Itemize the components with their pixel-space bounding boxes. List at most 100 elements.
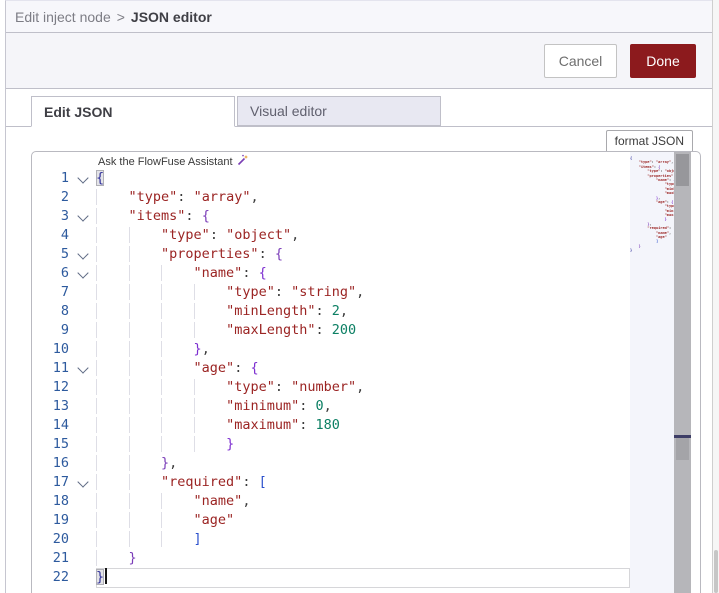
- breadcrumb-parent-link[interactable]: Edit inject node: [15, 9, 111, 25]
- code-line[interactable]: 16 },: [32, 454, 630, 473]
- code-line[interactable]: 7 "type": "string",: [32, 283, 630, 302]
- code-line[interactable]: 15 }: [32, 435, 630, 454]
- code-text: ]: [96, 530, 202, 549]
- fold-chevron-icon[interactable]: [69, 264, 96, 283]
- line-number: 2: [60, 189, 69, 205]
- fold-chevron-icon[interactable]: [69, 169, 96, 188]
- code-text: "minLength": 2,: [96, 302, 348, 321]
- code-text: }: [96, 435, 234, 454]
- code-area[interactable]: 1{2 "type": "array", 3 "items": {4 "type"…: [32, 169, 630, 587]
- code-text: "type": "array",: [96, 188, 259, 207]
- fold-gutter: [69, 302, 96, 321]
- code-line[interactable]: 18 "name",: [32, 492, 630, 511]
- code-text: }: [96, 568, 108, 587]
- fold-gutter: [69, 568, 96, 587]
- fold-chevron-icon[interactable]: [69, 359, 96, 378]
- code-text: "maxLength": 200: [96, 321, 356, 340]
- editor-tray: Edit inject node > JSON editor Cancel Do…: [5, 0, 712, 593]
- code-text: {: [96, 170, 105, 186]
- monaco-json-editor[interactable]: Ask the FlowFuse Assistant 1{2 "type": "…: [31, 151, 701, 593]
- line-number: 12: [52, 379, 69, 395]
- overview-ruler-segment: [676, 438, 689, 460]
- format-json-button[interactable]: format JSON: [605, 130, 693, 153]
- code-line[interactable]: 4 "type": "object",: [32, 226, 630, 245]
- code-text: "required": [: [96, 473, 267, 492]
- minimap[interactable]: { "type": "array", "items": { "type": "o…: [630, 152, 674, 593]
- line-number: 16: [52, 455, 69, 471]
- line-number: 15: [52, 436, 69, 452]
- code-text: "name",: [96, 492, 251, 511]
- fold-gutter: [69, 416, 96, 435]
- cancel-button[interactable]: Cancel: [544, 43, 617, 78]
- editor-scrollbar-thumb[interactable]: [676, 154, 689, 186]
- fold-gutter: [69, 283, 96, 302]
- code-text: "maximum": 180: [96, 416, 340, 435]
- page-scrollbar[interactable]: [712, 0, 719, 593]
- breadcrumb: Edit inject node > JSON editor: [6, 1, 712, 33]
- code-text: "properties": {: [96, 245, 283, 264]
- line-number: 13: [52, 398, 69, 414]
- assistant-label: Ask the FlowFuse Assistant: [98, 155, 233, 168]
- fold-gutter: [69, 435, 96, 454]
- code-line[interactable]: 3 "items": {: [32, 207, 630, 226]
- page-scrollbar-thumb[interactable]: [714, 550, 718, 593]
- line-number: 6: [60, 265, 69, 281]
- fold-gutter: [69, 226, 96, 245]
- code-line[interactable]: 2 "type": "array",: [32, 188, 630, 207]
- breadcrumb-separator: >: [116, 8, 125, 25]
- fold-chevron-icon[interactable]: [69, 473, 96, 492]
- tab-edit-json[interactable]: Edit JSON: [31, 96, 235, 127]
- editor-tabbar: Edit JSON Visual editor: [6, 96, 712, 127]
- code-text: },: [96, 454, 177, 473]
- code-line[interactable]: 8 "minLength": 2,: [32, 302, 630, 321]
- code-line[interactable]: 17 "required": [: [32, 473, 630, 492]
- code-line[interactable]: 6 "name": {: [32, 264, 630, 283]
- line-number: 3: [60, 208, 69, 224]
- flowfuse-assistant-hint[interactable]: Ask the FlowFuse Assistant: [98, 154, 249, 169]
- code-line[interactable]: 5 "properties": {: [32, 245, 630, 264]
- code-line[interactable]: 20 ]: [32, 530, 630, 549]
- page-title: JSON editor: [130, 8, 212, 25]
- fold-chevron-icon[interactable]: [69, 245, 96, 264]
- code-line[interactable]: 9 "maxLength": 200: [32, 321, 630, 340]
- fold-chevron-icon[interactable]: [69, 207, 96, 226]
- line-number: 7: [60, 284, 69, 300]
- fold-gutter: [69, 549, 96, 568]
- fold-gutter: [69, 188, 96, 207]
- line-number: 4: [60, 227, 69, 243]
- line-number: 19: [52, 512, 69, 528]
- code-text: "minimum": 0,: [96, 397, 332, 416]
- code-line[interactable]: 22}: [32, 568, 630, 587]
- code-text: "age": {: [96, 359, 259, 378]
- fold-gutter: [69, 340, 96, 359]
- line-number: 22: [52, 569, 69, 585]
- line-number: 18: [52, 493, 69, 509]
- line-number: 1: [60, 170, 69, 186]
- code-text: "type": "string",: [96, 283, 364, 302]
- code-line[interactable]: 10 },: [32, 340, 630, 359]
- code-line[interactable]: 11 "age": {: [32, 359, 630, 378]
- editor-scrollbar[interactable]: [674, 152, 691, 593]
- line-number: 11: [52, 360, 69, 376]
- tab-visual-editor[interactable]: Visual editor: [237, 96, 441, 126]
- line-number: 20: [52, 531, 69, 547]
- code-line[interactable]: 12 "type": "number",: [32, 378, 630, 397]
- code-line[interactable]: 13 "minimum": 0,: [32, 397, 630, 416]
- line-number: 14: [52, 417, 69, 433]
- fold-gutter: [69, 397, 96, 416]
- fold-gutter: [69, 492, 96, 511]
- json-editor-dialog: Edit inject node > JSON editor Cancel Do…: [0, 0, 719, 593]
- code-line[interactable]: 14 "maximum": 180: [32, 416, 630, 435]
- code-text: }: [96, 549, 137, 568]
- line-number: 9: [60, 322, 69, 338]
- code-line[interactable]: 19 "age": [32, 511, 630, 530]
- code-text: "type": "number",: [96, 378, 364, 397]
- fold-gutter: [69, 378, 96, 397]
- code-line[interactable]: 1{: [32, 169, 630, 188]
- code-line[interactable]: 21 }: [32, 549, 630, 568]
- code-text: "items": {: [96, 207, 210, 226]
- line-number: 8: [60, 303, 69, 319]
- line-number: 5: [60, 246, 69, 262]
- done-button[interactable]: Done: [630, 43, 696, 78]
- minimap-line: }: [630, 248, 633, 253]
